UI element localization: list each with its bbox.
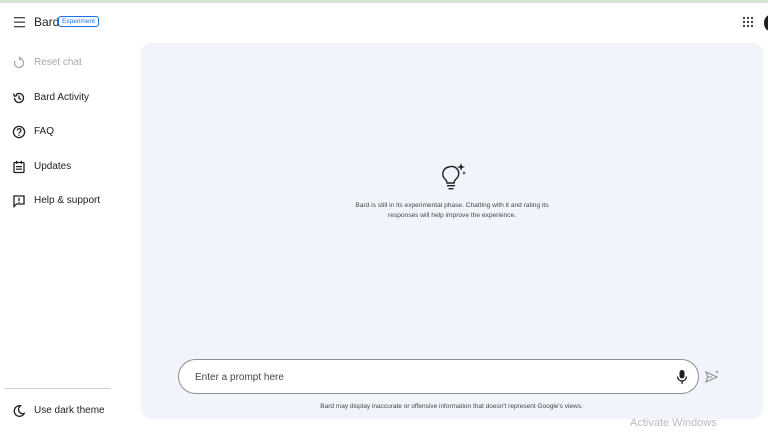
dark-theme-toggle[interactable]: Use dark theme — [0, 400, 122, 424]
sidebar-item-label: Bard Activity — [34, 92, 90, 103]
updates-icon — [13, 160, 25, 174]
hamburger-menu-icon — [14, 17, 25, 28]
intro-message: Bard is still in its experimental phase.… — [355, 202, 549, 219]
sidebar-item-label: FAQ — [34, 126, 55, 137]
history-icon — [12, 92, 25, 104]
moon-icon — [13, 405, 26, 417]
prompt-box[interactable] — [178, 359, 699, 394]
send-button[interactable] — [704, 369, 720, 385]
experiment-badge: Experiment — [58, 16, 99, 27]
sidebar-item-reset-chat[interactable]: Reset chat — [0, 52, 122, 76]
help-circle-icon — [12, 125, 26, 139]
sidebar-divider — [4, 388, 111, 389]
sidebar-item-faq[interactable]: FAQ — [0, 121, 122, 145]
apps-grid-icon — [742, 16, 754, 28]
sidebar-item-label: Help & support — [34, 195, 101, 206]
feedback-icon — [13, 195, 25, 208]
prompt-input[interactable] — [195, 369, 655, 385]
main-menu-button[interactable] — [10, 13, 30, 31]
activate-windows-watermark: Activate Windows — [630, 417, 717, 429]
account-avatar[interactable] — [764, 15, 768, 31]
sidebar-item-label: Reset chat — [34, 57, 82, 68]
google-apps-button[interactable] — [741, 15, 755, 29]
lightbulb-sparkle-icon — [442, 163, 466, 190]
reset-icon — [13, 56, 25, 69]
app-header: Bard Experiment — [0, 3, 768, 41]
disclaimer-text: Bard may display inaccurate or offensive… — [320, 403, 583, 410]
brand-name[interactable]: Bard — [34, 15, 59, 29]
sidebar-item-label: Updates — [34, 161, 72, 172]
send-icon — [705, 370, 719, 384]
microphone-icon — [676, 370, 688, 384]
sidebar-item-bard-activity[interactable]: Bard Activity — [0, 87, 122, 111]
sidebar-item-help-support[interactable]: Help & support — [0, 190, 122, 214]
voice-input-button[interactable] — [675, 369, 689, 385]
sidebar-item-updates[interactable]: Updates — [0, 156, 122, 180]
dark-theme-label: Use dark theme — [34, 405, 105, 416]
sidebar: Reset chat Bard Activity FAQ Updates Hel… — [0, 41, 122, 432]
chat-area: Bard is still in its experimental phase.… — [141, 43, 763, 419]
